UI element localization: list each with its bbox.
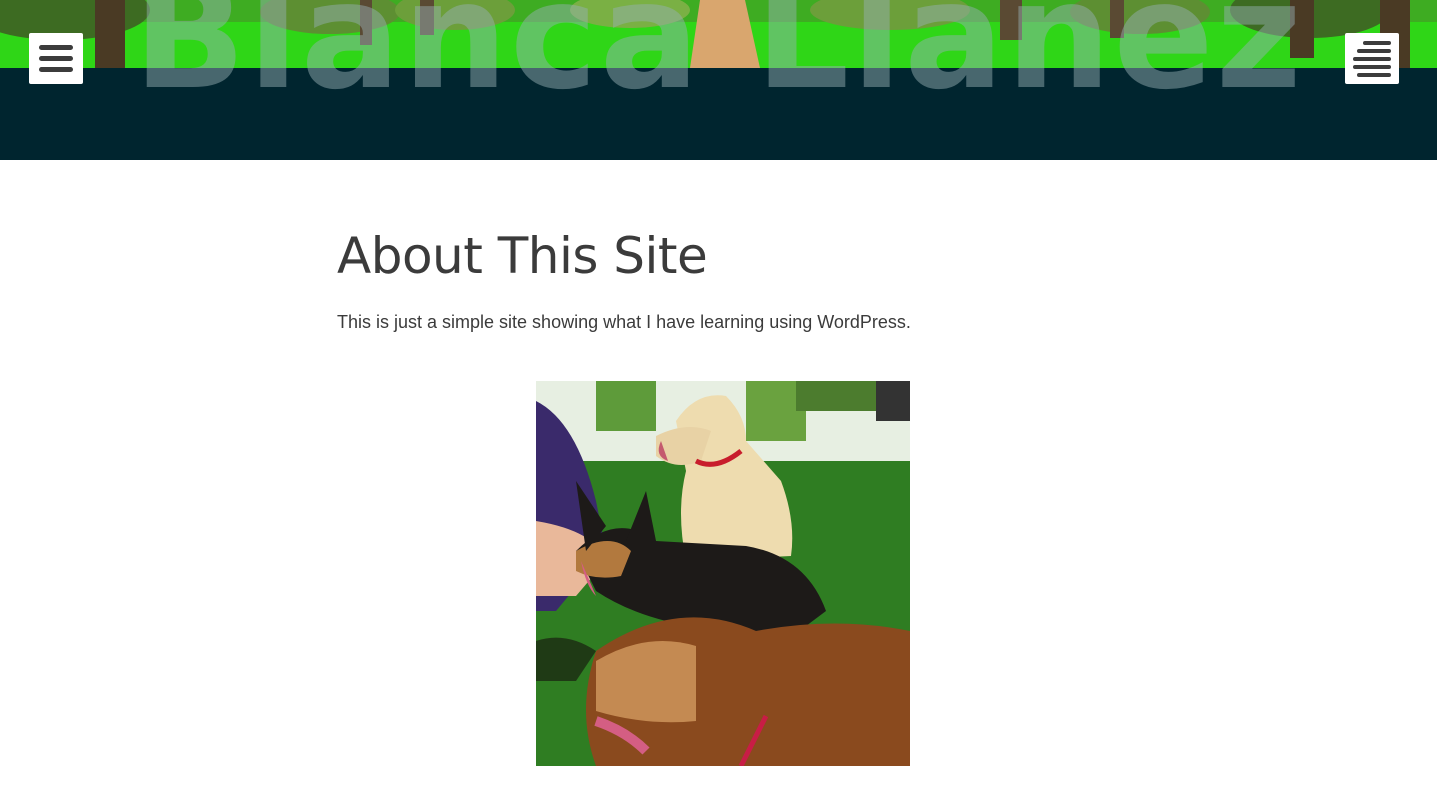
stacked-lines-icon[interactable] — [1345, 33, 1399, 84]
intro-text: This is just a simple site showing what … — [337, 312, 911, 332]
menu-bar — [1353, 64, 1391, 69]
menu-bar — [1357, 72, 1391, 77]
page-title: About This Site — [337, 227, 708, 285]
menu-bar — [1357, 48, 1391, 53]
dogs-photo — [536, 381, 910, 766]
menu-bar — [39, 45, 73, 50]
menu-bar — [1363, 40, 1391, 45]
site-header: Blanca Llanez — [0, 0, 1437, 160]
menu-bar — [39, 56, 73, 61]
menu-bar — [1353, 56, 1391, 61]
main-content: About This Site This is just a simple si… — [337, 226, 1097, 333]
site-title[interactable]: Blanca Llanez — [0, 0, 1437, 110]
hamburger-menu-icon[interactable] — [29, 33, 83, 84]
menu-bar — [39, 67, 73, 72]
dogs-photo-image — [536, 381, 910, 766]
